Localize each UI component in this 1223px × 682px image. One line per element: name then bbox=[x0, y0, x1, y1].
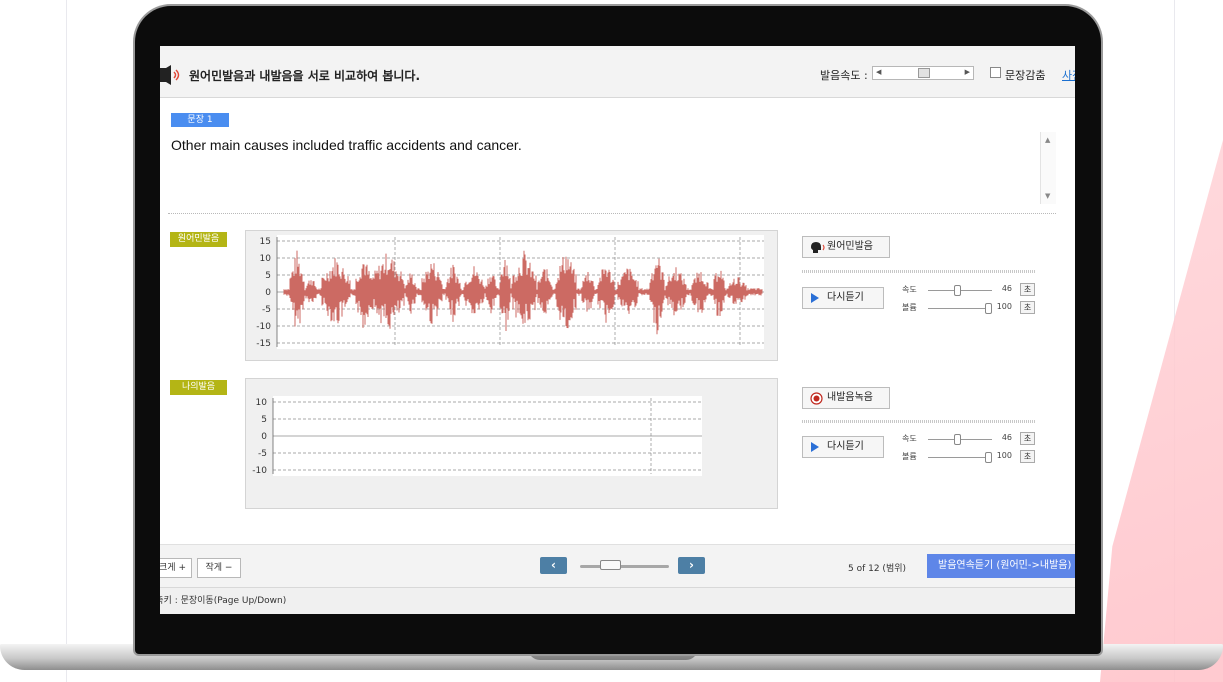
y-tick-label: 15 bbox=[260, 237, 271, 247]
speaker-head-icon bbox=[811, 242, 825, 253]
speech-speed-label: 발음속도 : bbox=[820, 69, 868, 82]
y-tick-label: 5 bbox=[261, 415, 267, 425]
my-speed-unit-button[interactable]: 초 bbox=[1020, 432, 1035, 445]
y-tick-label: -10 bbox=[252, 466, 267, 476]
sentence-progress-thumb[interactable] bbox=[600, 560, 622, 570]
background-red-shape bbox=[1100, 140, 1223, 682]
native-volume-unit-button[interactable]: 초 bbox=[1020, 301, 1035, 314]
app-screen: 원어민발음과 내발음을 서로 비교하여 봅니다. 발음속도 : ◀ ▶ 문장감춤… bbox=[160, 46, 1075, 614]
continuous-play-button[interactable]: 발음연속듣기 (원어민->내발음) bbox=[927, 554, 1075, 578]
hide-sentence-label: 문장감춤 bbox=[1005, 69, 1046, 82]
y-tick-label: -5 bbox=[258, 449, 267, 459]
hide-sentence-checkbox[interactable] bbox=[990, 67, 1001, 78]
my-speed-label: 속도 bbox=[902, 434, 917, 443]
native-speed-value: 46 bbox=[1001, 284, 1012, 293]
my-volume-value: 100 bbox=[996, 451, 1012, 460]
native-replay-label: 다시듣기 bbox=[827, 292, 864, 303]
my-speed-thumb[interactable] bbox=[953, 434, 961, 445]
slider-right-arrow-icon[interactable]: ▶ bbox=[965, 68, 970, 76]
chevron-left-icon: ‹ bbox=[551, 558, 556, 572]
header-bar: 원어민발음과 내발음을 서로 비교하여 봅니다. 발음속도 : ◀ ▶ 문장감춤… bbox=[160, 46, 1075, 98]
native-play-button[interactable]: 원어민발음 bbox=[802, 236, 890, 258]
y-tick-label: 0 bbox=[261, 432, 267, 442]
background-line-left bbox=[66, 0, 67, 682]
shortcut-hint: 단축키 : 문장이동(Page Up/Down) bbox=[160, 596, 287, 606]
sentence-text: Other main causes included traffic accid… bbox=[171, 137, 522, 153]
native-divider bbox=[802, 270, 1036, 273]
native-volume-value: 100 bbox=[996, 302, 1012, 311]
record-button[interactable]: 내발음녹음 bbox=[802, 387, 890, 409]
my-tag: 나의발음 bbox=[170, 380, 227, 395]
sentence-scrollbar[interactable]: ▲ ▼ bbox=[1040, 132, 1056, 204]
y-tick-label: 5 bbox=[265, 271, 271, 281]
native-waveform-panel: 15 10 5 0 -5 -10 -15 bbox=[245, 230, 778, 361]
footer-bar: 크게 + 작게 − ‹ › 5 of 12 (범위) 발음연속듣기 (원어민->… bbox=[160, 544, 1075, 587]
native-replay-button[interactable]: 다시듣기 bbox=[802, 287, 884, 309]
play-icon bbox=[811, 442, 819, 452]
y-tick-label: -10 bbox=[256, 322, 271, 332]
chevron-right-icon: › bbox=[689, 558, 694, 572]
y-tick-label: -15 bbox=[256, 339, 271, 349]
speech-speed-thumb[interactable] bbox=[918, 68, 930, 78]
sentence-badge: 문장 1 bbox=[171, 113, 229, 127]
prev-sentence-button[interactable]: ‹ bbox=[540, 557, 567, 574]
section-divider bbox=[168, 213, 1056, 214]
dictionary-link[interactable]: 사전 bbox=[1062, 67, 1075, 83]
my-waveform: 10 5 0 -5 -10 bbox=[252, 396, 702, 476]
my-volume-slider[interactable] bbox=[928, 457, 992, 458]
scroll-up-icon[interactable]: ▲ bbox=[1045, 136, 1050, 144]
my-replay-button[interactable]: 다시듣기 bbox=[802, 436, 884, 458]
y-tick-label: 10 bbox=[256, 398, 268, 408]
native-waveform: 15 10 5 0 -5 -10 -15 bbox=[256, 235, 764, 349]
my-divider bbox=[802, 420, 1036, 423]
native-volume-slider[interactable] bbox=[928, 308, 992, 309]
slider-left-arrow-icon[interactable]: ◀ bbox=[876, 68, 881, 76]
speech-speed-slider[interactable]: ◀ ▶ bbox=[872, 66, 974, 80]
native-speed-label: 속도 bbox=[902, 285, 917, 294]
my-volume-label: 볼륨 bbox=[902, 452, 917, 461]
page-title: 원어민발음과 내발음을 서로 비교하여 봅니다. bbox=[189, 69, 421, 83]
native-volume-label: 볼륨 bbox=[902, 303, 917, 312]
font-bigger-button[interactable]: 크게 + bbox=[160, 558, 192, 578]
page: 원어민발음과 내발음을 서로 비교하여 봅니다. 발음속도 : ◀ ▶ 문장감춤… bbox=[0, 0, 1223, 682]
y-tick-label: -5 bbox=[262, 305, 271, 315]
my-waveform-panel: 10 5 0 -5 -10 bbox=[245, 378, 778, 509]
font-smaller-button[interactable]: 작게 − bbox=[197, 558, 241, 578]
scroll-down-icon[interactable]: ▼ bbox=[1045, 192, 1050, 200]
next-sentence-button[interactable]: › bbox=[678, 557, 705, 574]
my-speed-value: 46 bbox=[1001, 433, 1012, 442]
my-volume-unit-button[interactable]: 초 bbox=[1020, 450, 1035, 463]
record-icon bbox=[810, 392, 823, 405]
native-speed-thumb[interactable] bbox=[953, 285, 961, 296]
y-tick-label: 10 bbox=[260, 254, 272, 264]
native-play-label: 원어민발음 bbox=[827, 241, 873, 252]
record-label: 내발음녹음 bbox=[827, 392, 873, 403]
sentence-progress-slider[interactable] bbox=[580, 565, 669, 568]
speaker-icon bbox=[160, 65, 180, 85]
page-info: 5 of 12 (범위) bbox=[848, 564, 907, 574]
my-replay-label: 다시듣기 bbox=[827, 441, 864, 452]
status-bar: 단축키 : 문장이동(Page Up/Down) bbox=[160, 587, 1075, 614]
play-icon bbox=[811, 293, 819, 303]
native-speed-unit-button[interactable]: 초 bbox=[1020, 283, 1035, 296]
y-tick-label: 0 bbox=[265, 288, 271, 298]
native-tag: 원어민발음 bbox=[170, 232, 227, 247]
